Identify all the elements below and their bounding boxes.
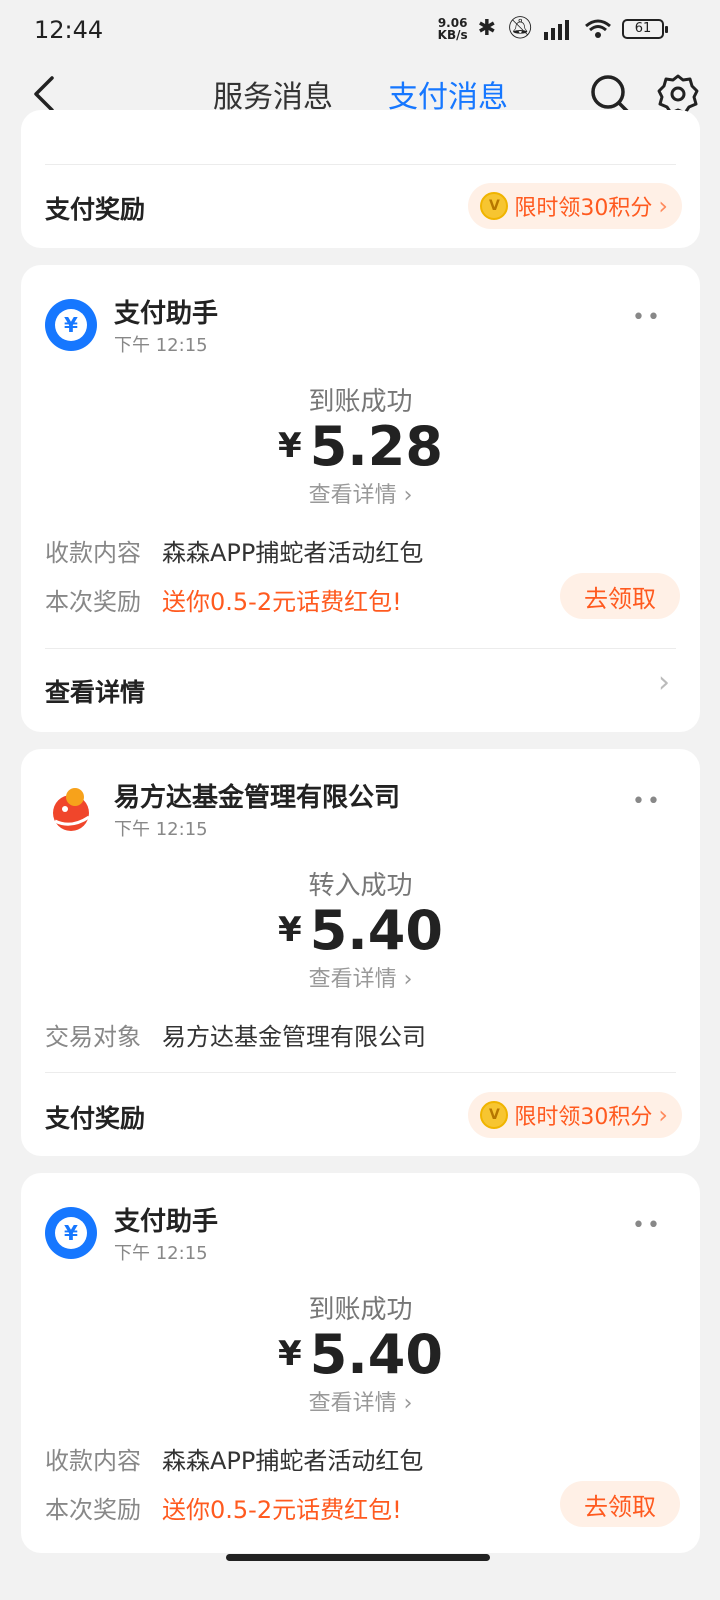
home-indicator[interactable] [226, 1554, 490, 1561]
info-label: 本次奖励 [45, 588, 141, 616]
transaction-amount: ¥5.28 [278, 415, 443, 478]
info-value: 易方达基金管理有限公司 [162, 1023, 426, 1051]
chevron-right-icon: › [658, 1101, 668, 1129]
more-options-icon[interactable]: •• [632, 1213, 662, 1238]
status-time: 12:44 [34, 16, 104, 44]
bluetooth-icon: ✱ [477, 16, 497, 41]
mute-icon: 🔕︎ [506, 16, 534, 41]
payment-assistant-avatar: ¥ [45, 299, 97, 351]
coin-icon: V [480, 1101, 509, 1129]
info-label: 本次奖励 [45, 1496, 141, 1524]
network-speed: 9.06 KB/s [437, 15, 468, 42]
claim-reward-button[interactable]: 去领取 [560, 573, 680, 619]
more-options-icon[interactable]: •• [632, 305, 662, 330]
sender-name: 易方达基金管理有限公司 [114, 783, 401, 813]
message-card-partial: 支付奖励 V 限时领30积分 › [21, 110, 700, 248]
message-time: 下午 12:15 [114, 335, 208, 356]
sender-name: 支付助手 [114, 1207, 219, 1237]
info-label: 收款内容 [45, 539, 141, 567]
coin-icon: V [480, 192, 509, 220]
yen-icon: ¥ [55, 309, 87, 341]
card-divider [45, 164, 676, 165]
transaction-amount: ¥5.40 [278, 1323, 443, 1386]
points-reward-button[interactable]: V 限时领30积分 › [468, 1092, 682, 1138]
message-card[interactable]: ¥ 支付助手 下午 12:15 •• 到账成功 ¥5.40 查看详情 › 收款内… [21, 1173, 700, 1553]
payment-reward-label: 支付奖励 [45, 1104, 146, 1133]
chevron-right-icon: › [658, 192, 668, 220]
transaction-amount: ¥5.40 [278, 899, 443, 962]
more-options-icon[interactable]: •• [632, 789, 662, 814]
view-details-link[interactable]: 查看详情 › [21, 961, 700, 993]
chevron-right-icon: › [403, 483, 413, 508]
view-details-link[interactable]: 查看详情 › [21, 1385, 700, 1417]
view-details-link[interactable]: 查看详情 › [21, 477, 700, 509]
transaction-status: 转入成功 [308, 871, 413, 901]
transaction-status: 到账成功 [308, 387, 413, 417]
info-label: 交易对象 [45, 1023, 141, 1051]
message-card[interactable]: 易方达基金管理有限公司 下午 12:15 •• 转入成功 ¥5.40 查看详情 … [21, 749, 700, 1156]
battery-indicator: 61 [622, 18, 668, 39]
info-value: 森森APP捕蛇者活动红包 [162, 1447, 424, 1475]
reward-promo-text: 送你0.5-2元话费红包! [162, 588, 402, 616]
chevron-right-icon: › [403, 1391, 413, 1416]
status-icons: 9.06 KB/s ✱ 🔕︎ 61 [437, 15, 668, 42]
yen-icon: ¥ [55, 1217, 87, 1249]
chevron-right-icon: › [403, 967, 413, 992]
transaction-status: 到账成功 [308, 1295, 413, 1325]
payment-assistant-avatar: ¥ [45, 1207, 97, 1259]
points-reward-button[interactable]: V 限时领30积分 › [468, 183, 682, 229]
card-divider [45, 648, 676, 649]
wifi-icon [585, 19, 611, 38]
message-time: 下午 12:15 [114, 1243, 208, 1264]
chevron-right-icon[interactable]: › [658, 665, 670, 700]
signal-icon [544, 19, 569, 40]
payment-reward-label: 支付奖励 [45, 195, 146, 224]
status-bar: 12:44 9.06 KB/s ✱ 🔕︎ 61 [0, 0, 720, 60]
message-card[interactable]: ¥ 支付助手 下午 12:15 •• 到账成功 ¥5.28 查看详情 › 收款内… [21, 265, 700, 732]
efund-logo-icon [53, 788, 90, 831]
claim-reward-button[interactable]: 去领取 [560, 1481, 680, 1527]
view-details-row[interactable]: 查看详情 [45, 673, 145, 709]
info-value: 森森APP捕蛇者活动红包 [162, 539, 424, 567]
sender-name: 支付助手 [114, 299, 219, 329]
info-label: 收款内容 [45, 1447, 141, 1475]
reward-promo-text: 送你0.5-2元话费红包! [162, 1496, 402, 1524]
card-divider [45, 1072, 676, 1073]
message-time: 下午 12:15 [114, 819, 208, 840]
